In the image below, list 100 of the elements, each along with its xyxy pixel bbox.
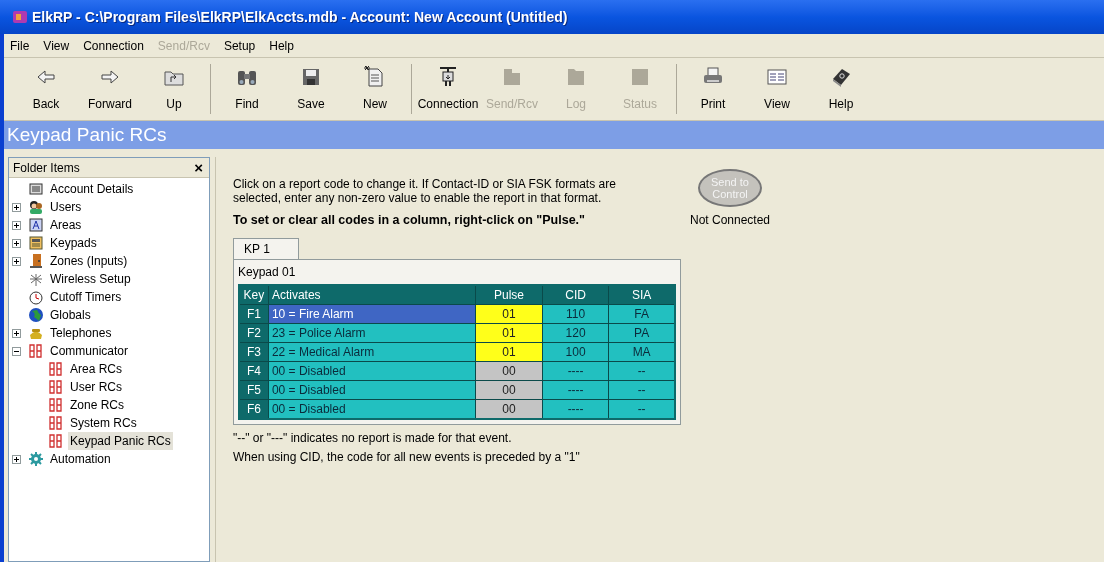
menu-item[interactable]: File: [10, 36, 30, 55]
table-cell[interactable]: --: [608, 380, 675, 400]
table-cell[interactable]: 01: [475, 342, 543, 362]
column-header[interactable]: SIA: [608, 284, 675, 305]
connection-status: Not Connected: [689, 212, 771, 229]
toolbar-button[interactable]: Find: [215, 58, 279, 120]
toolbar-button[interactable]: Help: [809, 58, 873, 120]
table-cell[interactable]: 00 = Disabled: [268, 361, 476, 381]
seven-segment-icon: [28, 343, 44, 359]
column-header[interactable]: Pulse: [475, 284, 543, 305]
table-cell[interactable]: ----: [542, 399, 609, 419]
tree-item[interactable]: Keypad Panic RCs: [68, 432, 173, 450]
column-header[interactable]: CID: [542, 284, 609, 305]
tree-item[interactable]: Cutoff Timers: [48, 288, 124, 306]
table-cell: F6: [239, 399, 269, 419]
table-cell[interactable]: 00: [475, 380, 543, 400]
tree-item[interactable]: Zone RCs: [68, 396, 127, 414]
note-text: When using CID, the code for all new events is preceded by a "1": [233, 448, 581, 466]
expand-toggle[interactable]: [12, 256, 21, 266]
tree-item[interactable]: Communicator: [48, 342, 131, 360]
note-text: "--" or "---" indicates no report is made for that event.: [233, 429, 513, 447]
tree-item[interactable]: Keypads: [48, 234, 99, 252]
keypad-icon: [28, 235, 44, 251]
tree-item[interactable]: User RCs: [68, 378, 124, 396]
table-cell[interactable]: ----: [542, 380, 609, 400]
table-cell[interactable]: 00: [475, 399, 543, 419]
tree-item[interactable]: Telephones: [48, 324, 114, 342]
globe-icon: [28, 307, 44, 323]
tree-item[interactable]: Areas: [48, 216, 84, 234]
toolbar-button[interactable]: Back: [14, 58, 78, 120]
door-icon: [28, 253, 44, 269]
table-cell[interactable]: 01: [475, 323, 543, 343]
toolbar-button[interactable]: Forward: [78, 58, 142, 120]
toolbar-button[interactable]: Print: [681, 58, 745, 120]
toolbar-button[interactable]: Connection: [416, 58, 480, 120]
tab[interactable]: KP 1: [233, 237, 299, 259]
table-cell[interactable]: 22 = Medical Alarm: [268, 342, 476, 362]
seven-segment-icon: [48, 433, 64, 449]
table-cell[interactable]: 01: [475, 304, 543, 324]
tree-item[interactable]: Users: [48, 198, 84, 216]
table-cell[interactable]: --: [608, 399, 675, 419]
table-cell[interactable]: 00 = Disabled: [268, 399, 476, 419]
expand-toggle[interactable]: [12, 328, 21, 338]
tree-item[interactable]: Wireless Setup: [48, 270, 133, 288]
table-cell[interactable]: FA: [608, 304, 675, 324]
seven-segment-icon: [48, 361, 64, 377]
table-cell: F4: [239, 361, 269, 381]
expand-toggle[interactable]: [12, 220, 21, 230]
clock-icon: [28, 289, 44, 305]
expand-toggle[interactable]: [12, 454, 21, 464]
toolbar-button[interactable]: View: [745, 58, 809, 120]
seven-segment-icon: [48, 415, 64, 431]
toolbar-button[interactable]: Save: [279, 58, 343, 120]
table-cell[interactable]: PA: [608, 323, 675, 343]
tree-item[interactable]: Area RCs: [68, 360, 124, 378]
column-header[interactable]: Key: [239, 284, 269, 305]
document-icon: [28, 181, 44, 197]
tree-item[interactable]: Zones (Inputs): [48, 252, 130, 270]
group-label: Keypad 01: [238, 263, 297, 281]
table-cell[interactable]: 00 = Disabled: [268, 380, 476, 400]
table-cell[interactable]: MA: [608, 342, 675, 362]
table-cell: F3: [239, 342, 269, 362]
panel-title: Folder Items: [13, 159, 80, 177]
menu-item[interactable]: Setup: [223, 36, 256, 55]
menu-item[interactable]: View: [43, 36, 70, 55]
table-cell[interactable]: 120: [542, 323, 609, 343]
page-title: Keypad Panic RCs: [4, 121, 1104, 149]
people-icon: [28, 199, 44, 215]
table-cell[interactable]: 110: [542, 304, 609, 324]
menu-item[interactable]: Connection: [83, 36, 144, 55]
table-cell[interactable]: 10 = Fire Alarm: [268, 304, 476, 324]
window-title: ElkRP - C:\Program Files\ElkRP\ElkAccts.mdb - Account: New Account (Untitled): [32, 7, 568, 27]
table-cell: F5: [239, 380, 269, 400]
close-button[interactable]: ×: [192, 160, 205, 175]
tree-item[interactable]: Automation: [48, 450, 113, 468]
table-cell[interactable]: ----: [542, 361, 609, 381]
tree-item[interactable]: Globals: [48, 306, 93, 324]
app-icon: [12, 9, 28, 25]
toolbar-button[interactable]: New: [343, 58, 407, 120]
seven-segment-icon: [48, 397, 64, 413]
column-header[interactable]: Activates: [268, 284, 476, 305]
table-cell: F2: [239, 323, 269, 343]
menu-item[interactable]: Help: [269, 36, 294, 55]
seven-segment-icon: [48, 379, 64, 395]
toolbar-button[interactable]: Up: [142, 58, 206, 120]
table-cell: F1: [239, 304, 269, 324]
tree-item[interactable]: System RCs: [68, 414, 139, 432]
table-cell[interactable]: 00: [475, 361, 543, 381]
letter-a-icon: [28, 217, 44, 233]
table-cell[interactable]: --: [608, 361, 675, 381]
instruction-text: Click on a report code to change it. If Contact-ID or SIA FSK formats are selected, enter any non-zero value to enable the report in that format.: [233, 177, 617, 205]
table-cell[interactable]: 23 = Police Alarm: [268, 323, 476, 343]
expand-toggle[interactable]: [12, 202, 21, 212]
tree-item[interactable]: Account Details: [48, 180, 136, 198]
gear-icon: [28, 451, 44, 467]
antenna-icon: [28, 271, 44, 287]
collapse-toggle[interactable]: [12, 346, 21, 356]
instruction-text: To set or clear all codes in a column, right-click on "Pulse.": [233, 212, 586, 229]
expand-toggle[interactable]: [12, 238, 21, 248]
table-cell[interactable]: 100: [542, 342, 609, 362]
